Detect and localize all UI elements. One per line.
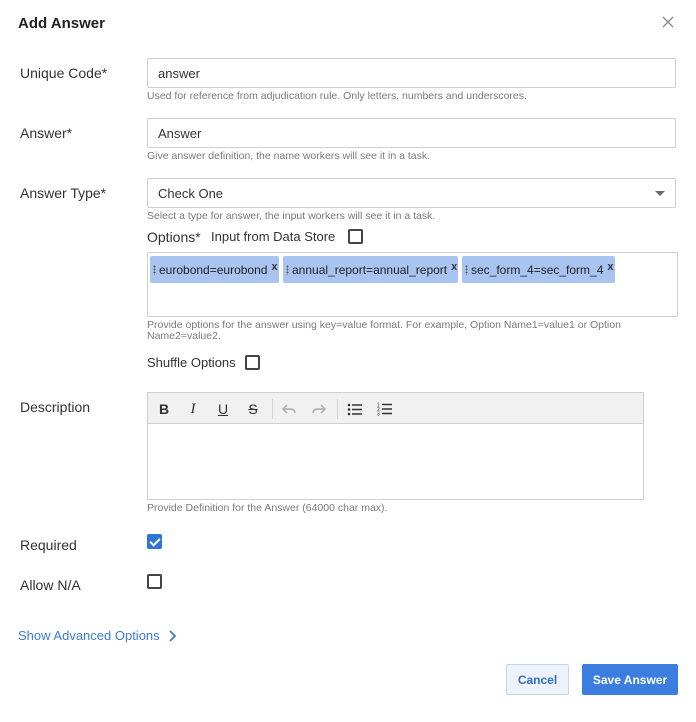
required-label: Required bbox=[20, 537, 77, 553]
numbered-list-icon[interactable]: 123 bbox=[376, 401, 392, 417]
drag-handle-icon[interactable] bbox=[153, 264, 156, 275]
unique-code-label: Unique Code* bbox=[20, 65, 108, 81]
remove-tag-icon[interactable]: x bbox=[607, 261, 613, 273]
answer-value: Answer bbox=[158, 125, 202, 141]
show-advanced-options-link[interactable]: Show Advanced Options bbox=[18, 628, 160, 643]
editor-toolbar: B I U S 123 bbox=[148, 393, 643, 424]
required-checkbox[interactable] bbox=[147, 534, 162, 549]
underline-icon[interactable]: U bbox=[215, 401, 231, 417]
chevron-down-icon bbox=[655, 190, 665, 196]
options-tag-input[interactable]: eurobond=eurobond x annual_report=annual… bbox=[147, 252, 678, 317]
save-answer-button[interactable]: Save Answer bbox=[582, 664, 678, 695]
allow-na-label: Allow N/A bbox=[20, 577, 81, 593]
italic-icon[interactable]: I bbox=[185, 401, 201, 417]
bold-icon[interactable]: B bbox=[156, 401, 172, 417]
answer-hint: Give answer definition, the name workers… bbox=[147, 150, 431, 162]
options-label: Options* bbox=[147, 229, 201, 245]
bullet-list-icon[interactable] bbox=[346, 401, 362, 417]
cancel-button[interactable]: Cancel bbox=[506, 664, 569, 695]
redo-icon[interactable] bbox=[311, 401, 327, 417]
option-tag-label: sec_form_4=sec_form_4 bbox=[471, 262, 604, 277]
unique-code-input[interactable]: answer bbox=[147, 58, 676, 88]
close-icon[interactable] bbox=[661, 15, 675, 29]
option-tag-label: annual_report=annual_report bbox=[292, 262, 448, 277]
unique-code-hint: Used for reference from adjudication rul… bbox=[147, 90, 527, 102]
option-tag: sec_form_4=sec_form_4 x bbox=[462, 256, 615, 283]
toolbar-divider bbox=[272, 399, 273, 419]
option-tag: annual_report=annual_report x bbox=[283, 256, 458, 283]
answer-label: Answer* bbox=[20, 125, 73, 141]
drag-handle-icon[interactable] bbox=[286, 264, 289, 275]
remove-tag-icon[interactable]: x bbox=[451, 261, 457, 273]
data-store-checkbox[interactable] bbox=[348, 229, 363, 244]
answer-type-select[interactable]: Check One bbox=[147, 178, 676, 208]
strikethrough-icon[interactable]: S bbox=[245, 401, 261, 417]
toolbar-divider bbox=[337, 399, 338, 419]
shuffle-options-label: Shuffle Options bbox=[147, 355, 236, 370]
answer-type-value: Check One bbox=[158, 185, 224, 201]
editor-content-area[interactable] bbox=[148, 424, 643, 499]
unique-code-value: answer bbox=[158, 65, 200, 81]
svg-text:3: 3 bbox=[377, 412, 380, 417]
remove-tag-icon[interactable]: x bbox=[271, 261, 277, 273]
description-editor: B I U S 123 bbox=[147, 392, 644, 500]
answer-type-label: Answer Type* bbox=[20, 185, 107, 201]
allow-na-checkbox[interactable] bbox=[147, 574, 162, 589]
option-tag-label: eurobond=eurobond bbox=[159, 262, 268, 277]
drag-handle-icon[interactable] bbox=[465, 264, 468, 275]
description-hint: Provide Definition for the Answer (64000… bbox=[147, 502, 388, 514]
option-tag: eurobond=eurobond x bbox=[150, 256, 279, 283]
description-label: Description bbox=[20, 399, 91, 415]
answer-type-hint: Select a type for answer, the input work… bbox=[147, 210, 436, 222]
undo-icon[interactable] bbox=[281, 401, 297, 417]
data-store-label: Input from Data Store bbox=[211, 229, 336, 244]
answer-input[interactable]: Answer bbox=[147, 118, 676, 148]
chevron-right-icon[interactable] bbox=[168, 629, 178, 643]
options-hint-line2: Name2=value2. bbox=[147, 330, 221, 342]
dialog-title: Add Answer bbox=[18, 15, 105, 32]
shuffle-options-checkbox[interactable] bbox=[245, 355, 260, 370]
